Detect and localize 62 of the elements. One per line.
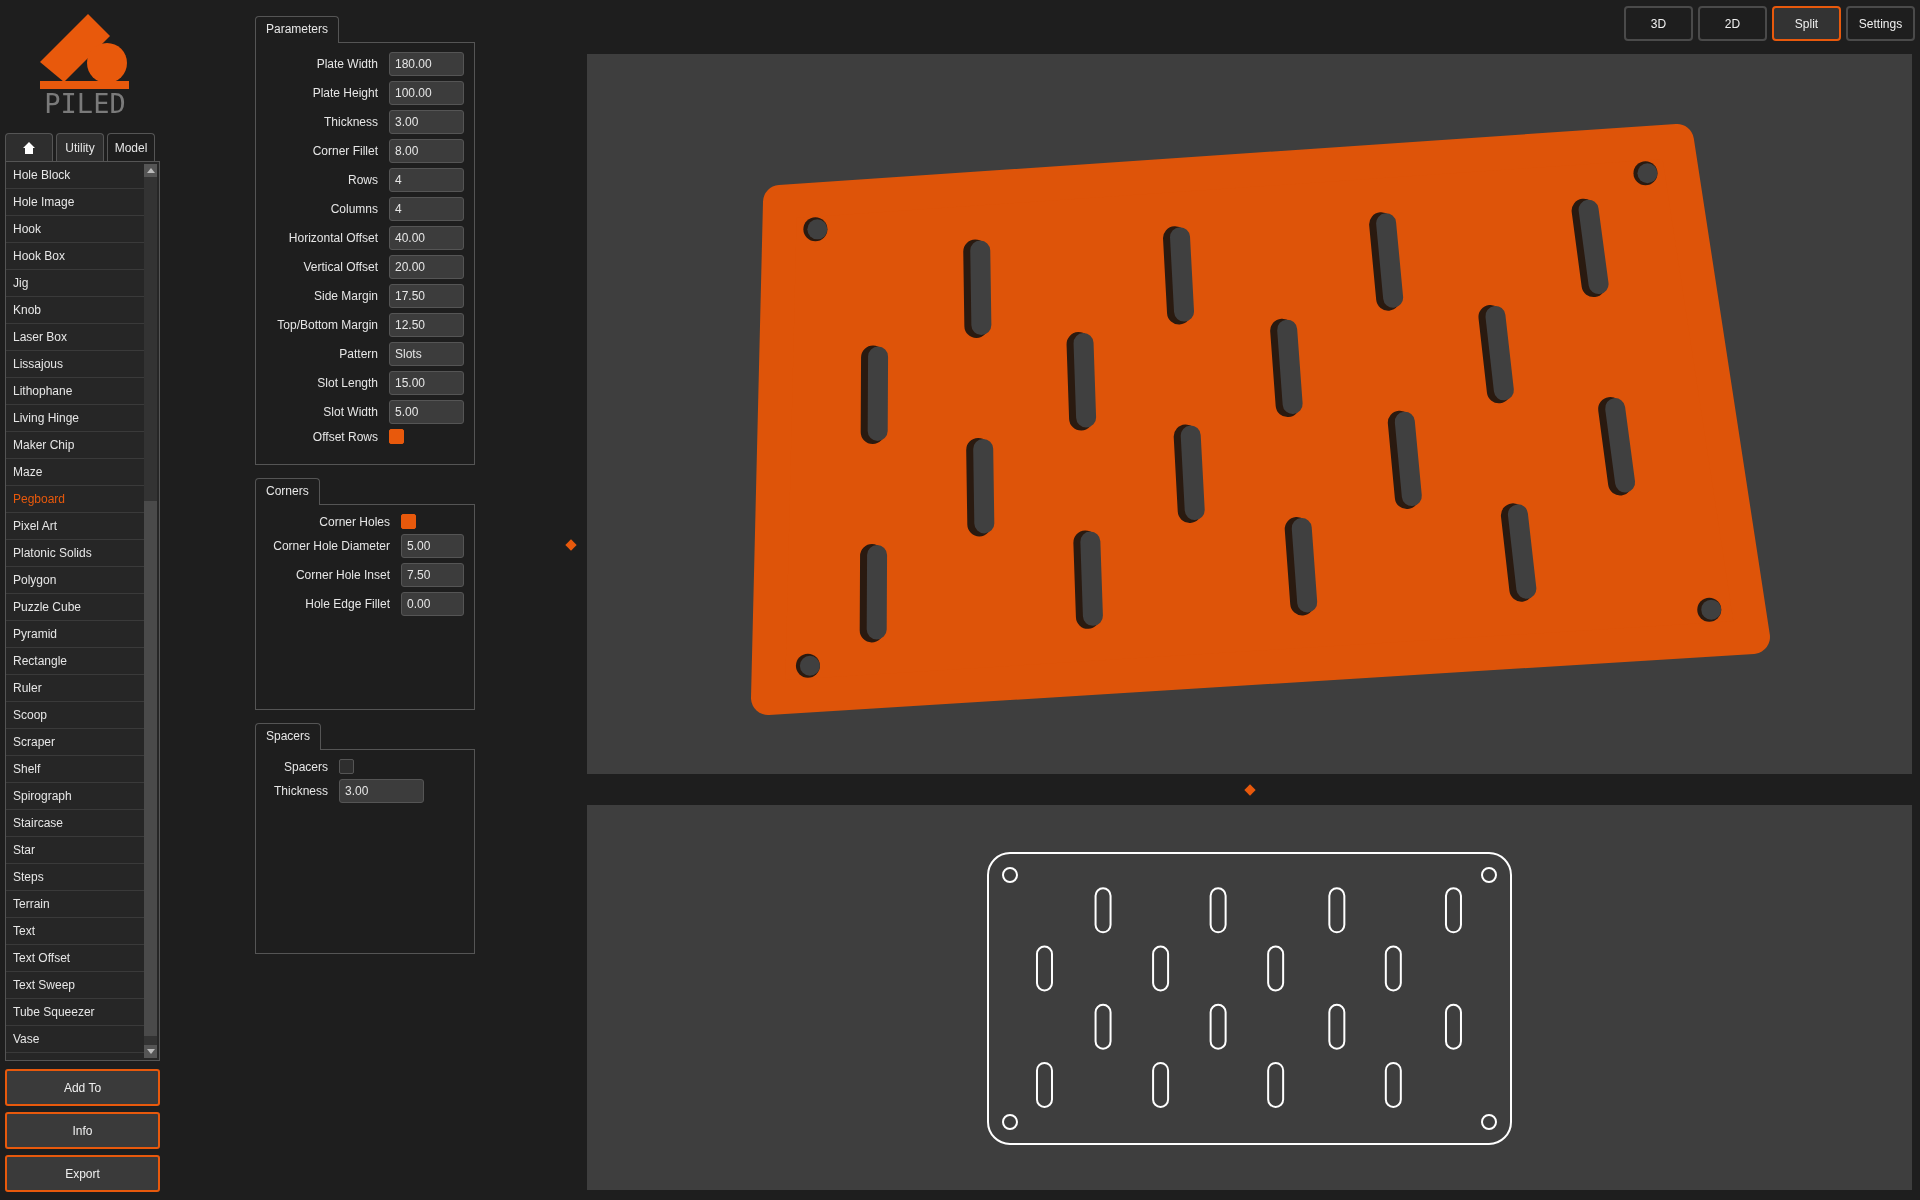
field-label: Corner Hole Diameter [273, 539, 390, 553]
value-field[interactable]: 5.00 [401, 534, 464, 558]
value-field[interactable]: 17.50 [389, 284, 464, 308]
field-label: Plate Width [315, 57, 378, 71]
view-mode-button[interactable]: 2D [1698, 6, 1767, 41]
category-tab[interactable]: Model [107, 133, 155, 161]
field-label: Offset Rows [311, 429, 378, 444]
value-field[interactable]: 3.00 [339, 779, 425, 803]
panel-tab[interactable]: Spacers [255, 723, 322, 750]
scroll-down-icon[interactable] [144, 1045, 157, 1058]
field-label: Top/Bottom Margin [277, 318, 378, 332]
logo-text: PILED [43, 88, 126, 118]
value-field[interactable]: 4 [389, 168, 464, 192]
field-label: Spacers [283, 759, 329, 774]
3d-viewport[interactable] [587, 54, 1912, 774]
scrollbar[interactable] [144, 164, 157, 1058]
value-field[interactable]: Slots [389, 342, 464, 366]
value-field[interactable]: 0.00 [401, 592, 464, 616]
logo-icon [39, 14, 129, 89]
scrollbar-thumb[interactable] [144, 501, 157, 1036]
action-button[interactable]: Info [5, 1112, 160, 1149]
view-mode-button[interactable]: Split [1772, 6, 1841, 41]
field-label: Plate Height [311, 86, 378, 100]
category-tab[interactable]: Utility [56, 133, 104, 161]
field-label: Slot Length [316, 376, 378, 390]
field-label: Slot Width [322, 405, 378, 419]
field-label: Hole Edge Fillet [304, 597, 390, 611]
view-mode-button[interactable]: 3D [1624, 6, 1693, 41]
value-field[interactable]: 4 [389, 197, 464, 221]
view-mode-button[interactable]: Settings [1846, 6, 1915, 41]
field-label: Corner Hole Inset [294, 568, 390, 582]
field-label: Corner Fillet [311, 144, 378, 158]
value-field[interactable]: 12.50 [389, 313, 464, 337]
value-field[interactable]: 3.00 [389, 110, 464, 134]
field-label: Vertical Offset [302, 260, 378, 274]
splitter-handle[interactable] [565, 539, 577, 551]
panel-tab[interactable]: Corners [255, 478, 320, 505]
home-tab[interactable] [5, 133, 53, 161]
action-button[interactable]: Export [5, 1155, 160, 1192]
field-label: Corner Holes [318, 514, 390, 529]
home-icon [23, 141, 35, 154]
scroll-up-icon[interactable] [144, 164, 157, 177]
field-label: Thickness [274, 784, 329, 798]
field-label: Side Margin [312, 289, 378, 303]
value-field[interactable]: 100.00 [389, 81, 464, 105]
action-button[interactable]: Add To [5, 1069, 160, 1106]
checkbox[interactable] [389, 429, 404, 444]
checkbox[interactable] [401, 514, 416, 529]
checkbox[interactable] [339, 759, 355, 774]
panel-tab[interactable]: Parameters [255, 16, 340, 43]
field-label: Horizontal Offset [287, 231, 378, 245]
field-label: Columns [329, 202, 378, 216]
field-label: Pattern [338, 347, 378, 361]
field-label: Thickness [322, 115, 378, 129]
value-field[interactable]: 15.00 [389, 371, 464, 395]
value-field[interactable]: 20.00 [389, 255, 464, 279]
value-field[interactable]: 40.00 [389, 226, 464, 250]
value-field[interactable]: 5.00 [389, 400, 464, 424]
value-field[interactable]: 7.50 [401, 563, 464, 587]
value-field[interactable]: 8.00 [389, 139, 464, 163]
value-field[interactable]: 180.00 [389, 52, 464, 76]
field-label: Rows [347, 173, 378, 187]
